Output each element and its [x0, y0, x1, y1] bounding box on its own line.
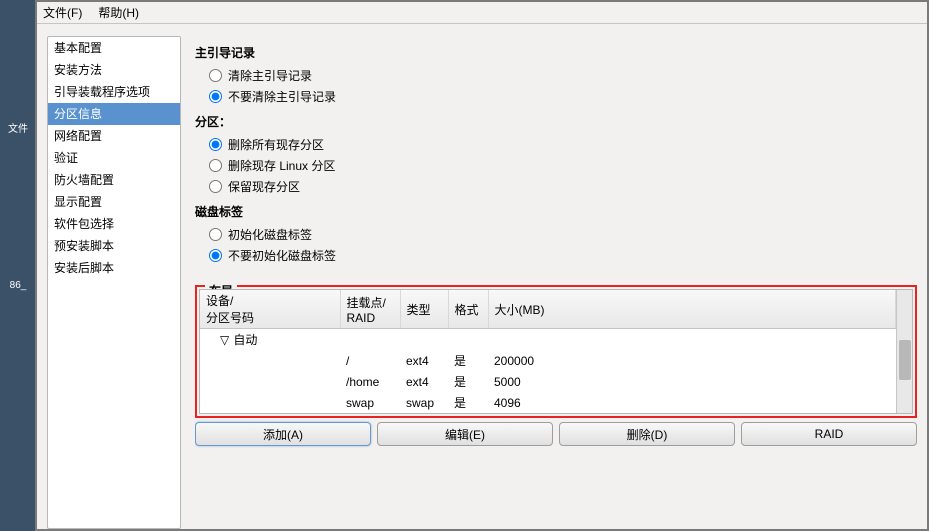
- radio-init-disklabel[interactable]: 初始化磁盘标签: [209, 226, 917, 243]
- radio-clear-mbr[interactable]: 清除主引导记录: [209, 67, 917, 84]
- col-format[interactable]: 格式: [448, 290, 488, 329]
- radio-clear-mbr-input[interactable]: [209, 69, 222, 82]
- radio-remove-all-label: 删除所有现存分区: [228, 136, 324, 153]
- sidebar-item-2[interactable]: 引导装载程序选项: [48, 81, 180, 103]
- section-title-mbr: 主引导记录: [195, 44, 917, 61]
- sidebar: 基本配置安装方法引导装载程序选项分区信息网络配置验证防火墙配置显示配置软件包选择…: [47, 36, 181, 529]
- cell-format: 是: [448, 350, 488, 371]
- cell-type: ext4: [400, 371, 448, 392]
- add-button[interactable]: 添加(A): [195, 422, 371, 446]
- radio-init-disklabel-label: 初始化磁盘标签: [228, 226, 312, 243]
- cell-format: 是: [448, 371, 488, 392]
- menu-help[interactable]: 帮助(H): [98, 4, 139, 21]
- sidebar-item-4[interactable]: 网络配置: [48, 125, 180, 147]
- radio-clear-mbr-label: 清除主引导记录: [228, 67, 312, 84]
- sidebar-item-8[interactable]: 软件包选择: [48, 213, 180, 235]
- table-scrollbar[interactable]: [896, 290, 912, 413]
- col-mount[interactable]: 挂载点/ RAID: [340, 290, 400, 329]
- radio-noinit-disklabel[interactable]: 不要初始化磁盘标签: [209, 247, 917, 264]
- radio-remove-linux[interactable]: 删除现存 Linux 分区: [209, 157, 917, 174]
- sidebar-item-9[interactable]: 预安装脚本: [48, 235, 180, 257]
- sidebar-item-5[interactable]: 验证: [48, 147, 180, 169]
- radio-keep-input[interactable]: [209, 180, 222, 193]
- desktop-icon-2[interactable]: 86_: [2, 280, 34, 291]
- main-panel: 主引导记录 清除主引导记录 不要清除主引导记录 分区： 删除所有现存分区 删除现…: [195, 36, 927, 529]
- cell-mount: /: [340, 350, 400, 371]
- tree-toggle-icon[interactable]: ▽: [220, 333, 230, 347]
- sidebar-item-10[interactable]: 安装后脚本: [48, 257, 180, 279]
- sidebar-item-0[interactable]: 基本配置: [48, 37, 180, 59]
- sidebar-item-3[interactable]: 分区信息: [48, 103, 180, 125]
- table-row[interactable]: swapswap是4096: [200, 392, 896, 413]
- cell-format: 是: [448, 392, 488, 413]
- radio-noclear-mbr-label: 不要清除主引导记录: [228, 88, 336, 105]
- section-title-partition: 分区：: [195, 113, 917, 130]
- partition-table: 设备/ 分区号码 挂载点/ RAID 类型 格式 大小(MB) ▽ 自动/ext…: [199, 289, 913, 414]
- radio-keep-label: 保留现存分区: [228, 178, 300, 195]
- auto-label: 自动: [233, 333, 257, 347]
- edit-button[interactable]: 编辑(E): [377, 422, 553, 446]
- radio-noclear-mbr-input[interactable]: [209, 90, 222, 103]
- sidebar-item-1[interactable]: 安装方法: [48, 59, 180, 81]
- cell-size: 4096: [488, 392, 896, 413]
- layout-box: 设备/ 分区号码 挂载点/ RAID 类型 格式 大小(MB) ▽ 自动/ext…: [195, 285, 917, 418]
- content-area: 基本配置安装方法引导装载程序选项分区信息网络配置验证防火墙配置显示配置软件包选择…: [37, 24, 927, 529]
- radio-noclear-mbr[interactable]: 不要清除主引导记录: [209, 88, 917, 105]
- button-row: 添加(A) 编辑(E) 删除(D) RAID: [195, 422, 917, 446]
- table-row[interactable]: /homeext4是5000: [200, 371, 896, 392]
- section-title-disklabel: 磁盘标签: [195, 203, 917, 220]
- radio-remove-linux-label: 删除现存 Linux 分区: [228, 157, 335, 174]
- radio-remove-all[interactable]: 删除所有现存分区: [209, 136, 917, 153]
- table-header-row: 设备/ 分区号码 挂载点/ RAID 类型 格式 大小(MB): [200, 290, 896, 329]
- partition-table-grid: 设备/ 分区号码 挂载点/ RAID 类型 格式 大小(MB) ▽ 自动/ext…: [200, 290, 896, 413]
- radio-remove-all-input[interactable]: [209, 138, 222, 151]
- cell-mount: swap: [340, 392, 400, 413]
- desktop-icon-1[interactable]: 文件: [2, 120, 34, 135]
- table-row-auto[interactable]: ▽ 自动: [200, 329, 896, 351]
- cell-type: ext4: [400, 350, 448, 371]
- raid-button[interactable]: RAID: [741, 422, 917, 446]
- layout-group: 布局 设备/ 分区号码 挂载点/ RAID 类型: [195, 274, 917, 446]
- radio-keep[interactable]: 保留现存分区: [209, 178, 917, 195]
- radio-init-disklabel-input[interactable]: [209, 228, 222, 241]
- main-window: 文件(F) 帮助(H) 基本配置安装方法引导装载程序选项分区信息网络配置验证防火…: [35, 0, 929, 531]
- cell-mount: /home: [340, 371, 400, 392]
- delete-button[interactable]: 删除(D): [559, 422, 735, 446]
- scroll-thumb[interactable]: [899, 340, 911, 380]
- col-type[interactable]: 类型: [400, 290, 448, 329]
- desktop-background: 文件 86_: [0, 0, 35, 531]
- cell-size: 200000: [488, 350, 896, 371]
- cell-type: swap: [400, 392, 448, 413]
- table-row[interactable]: /ext4是200000: [200, 350, 896, 371]
- menu-file[interactable]: 文件(F): [43, 4, 82, 21]
- menubar: 文件(F) 帮助(H): [37, 2, 927, 24]
- col-size[interactable]: 大小(MB): [488, 290, 896, 329]
- col-device[interactable]: 设备/ 分区号码: [200, 290, 340, 329]
- sidebar-item-6[interactable]: 防火墙配置: [48, 169, 180, 191]
- cell-size: 5000: [488, 371, 896, 392]
- sidebar-item-7[interactable]: 显示配置: [48, 191, 180, 213]
- radio-remove-linux-input[interactable]: [209, 159, 222, 172]
- radio-noinit-disklabel-label: 不要初始化磁盘标签: [228, 247, 336, 264]
- radio-noinit-disklabel-input[interactable]: [209, 249, 222, 262]
